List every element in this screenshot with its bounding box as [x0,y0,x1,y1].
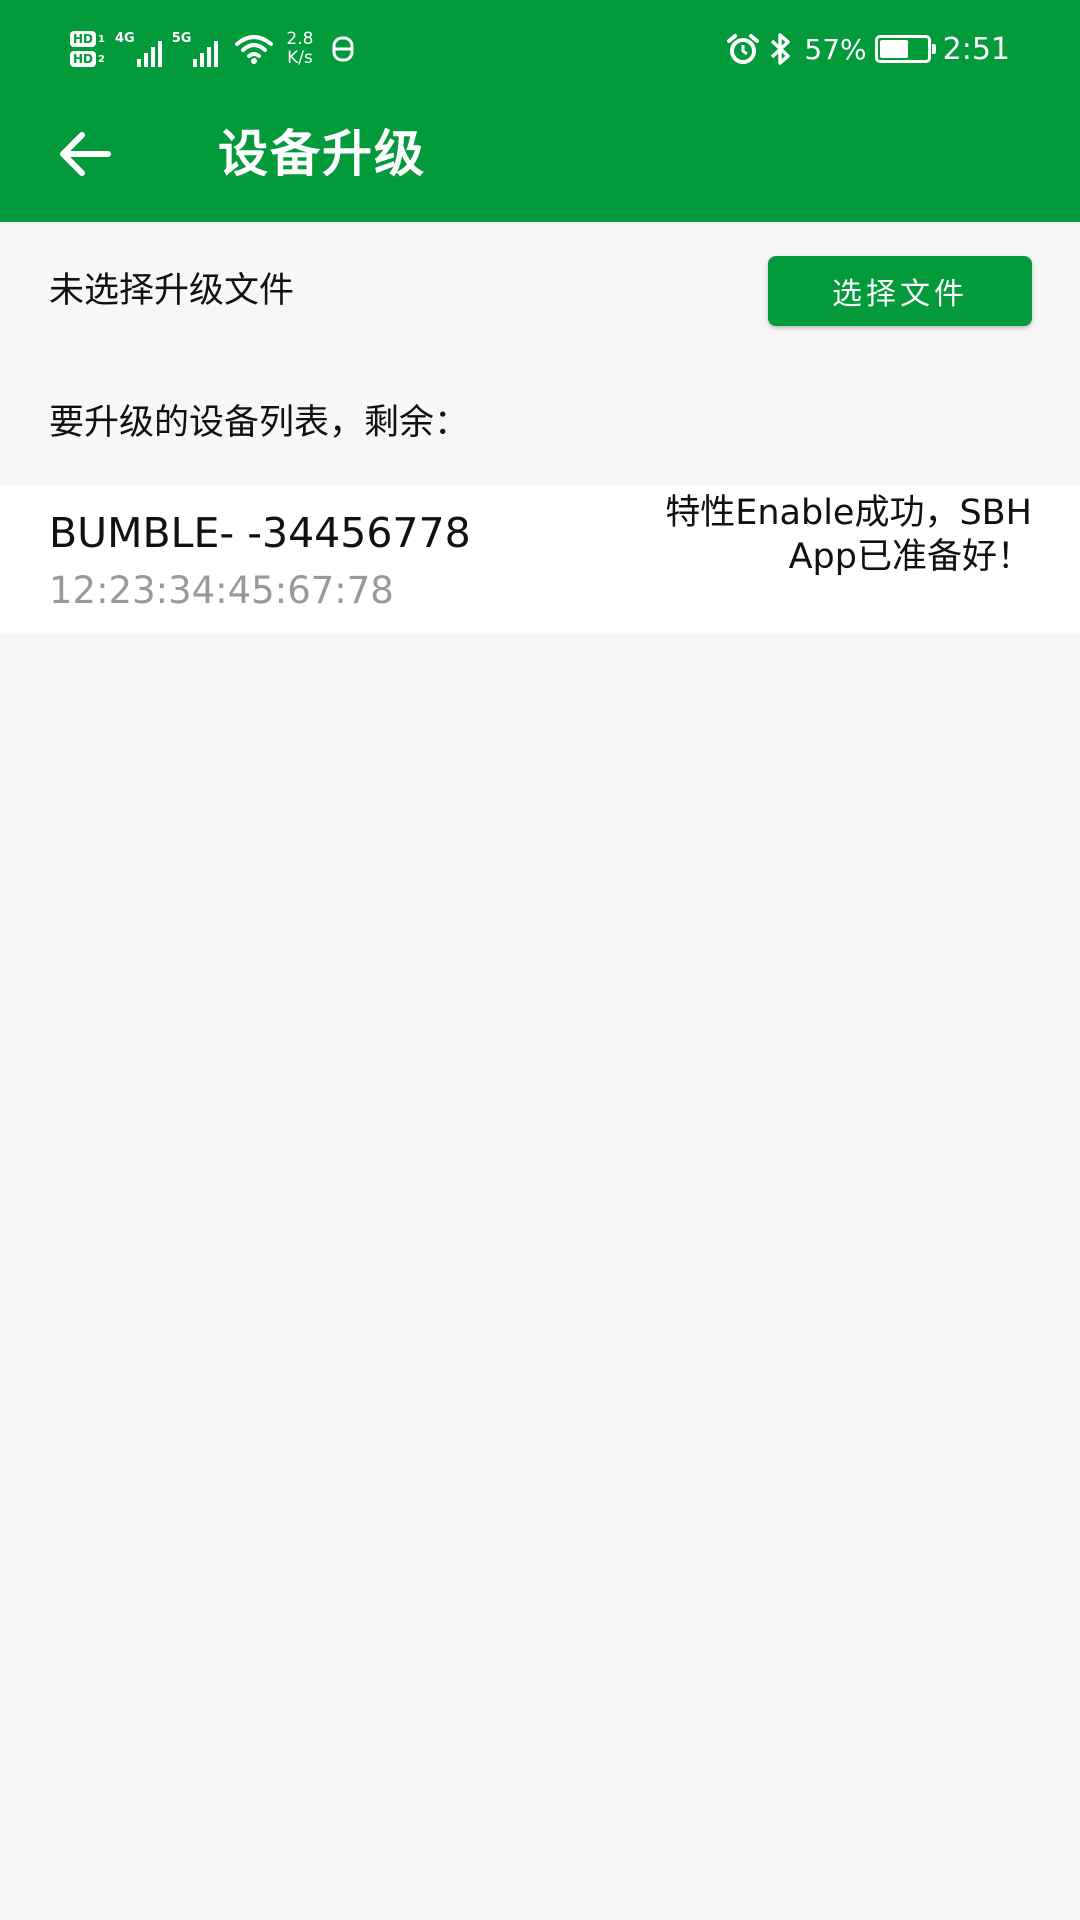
hd-index-2: 2 [98,53,105,65]
device-list-item[interactable]: BUMBLE- -34456778 12:23:34:45:67:78 特性En… [0,485,1080,634]
back-arrow-icon [60,132,111,176]
app-header: HD 1 HD 2 4G 5G 2.8 K/s 57% 2:51 设备升级 [0,0,1080,222]
page-title: 设备升级 [218,125,426,183]
hd-icon: HD 1 HD 2 [70,31,105,67]
device-mac-address: 12:23:34:45:67:78 [49,569,394,612]
hd-index-1: 1 [98,33,105,45]
status-bar: HD 1 HD 2 4G 5G 2.8 K/s 57% 2:51 [0,0,1080,100]
device-list: BUMBLE- -34456778 12:23:34:45:67:78 特性En… [0,485,1080,634]
signal-icon: 4G [115,31,162,67]
wifi-icon [235,35,274,64]
network-speed-unit: K/s [287,48,313,68]
network-speed-value: 2.8 [286,29,314,49]
network-speed: 2.8 K/s [286,30,313,68]
notification-icon [332,36,354,62]
signal-icon-2: 5G [172,31,219,67]
device-name: BUMBLE- -34456778 [49,509,471,557]
select-file-button[interactable]: 选择文件 [768,256,1032,326]
battery-percent: 57% [804,32,867,66]
battery-icon [874,35,936,63]
status-bar-left: HD 1 HD 2 4G 5G 2.8 K/s [70,24,355,74]
clock: 2:51 [942,31,1010,67]
hd-label-2: HD [70,51,97,67]
alarm-icon [727,34,760,64]
toolbar: 设备升级 [0,100,1080,222]
device-list-label: 要升级的设备列表，剩余： [49,403,470,443]
hd-label-1: HD [70,31,97,47]
file-selection-row: 未选择升级文件 选择文件 [0,222,1080,362]
signal-type-2: 5G [171,31,192,46]
signal-type-1: 4G [114,31,135,46]
status-bar-right: 57% 2:51 [726,24,1010,74]
bluetooth-icon [771,33,791,65]
back-button[interactable] [40,122,130,186]
battery-fill [879,40,909,58]
device-status: 特性Enable成功，SBH App已准备好！ [665,493,1032,577]
file-status-text: 未选择升级文件 [49,271,295,311]
